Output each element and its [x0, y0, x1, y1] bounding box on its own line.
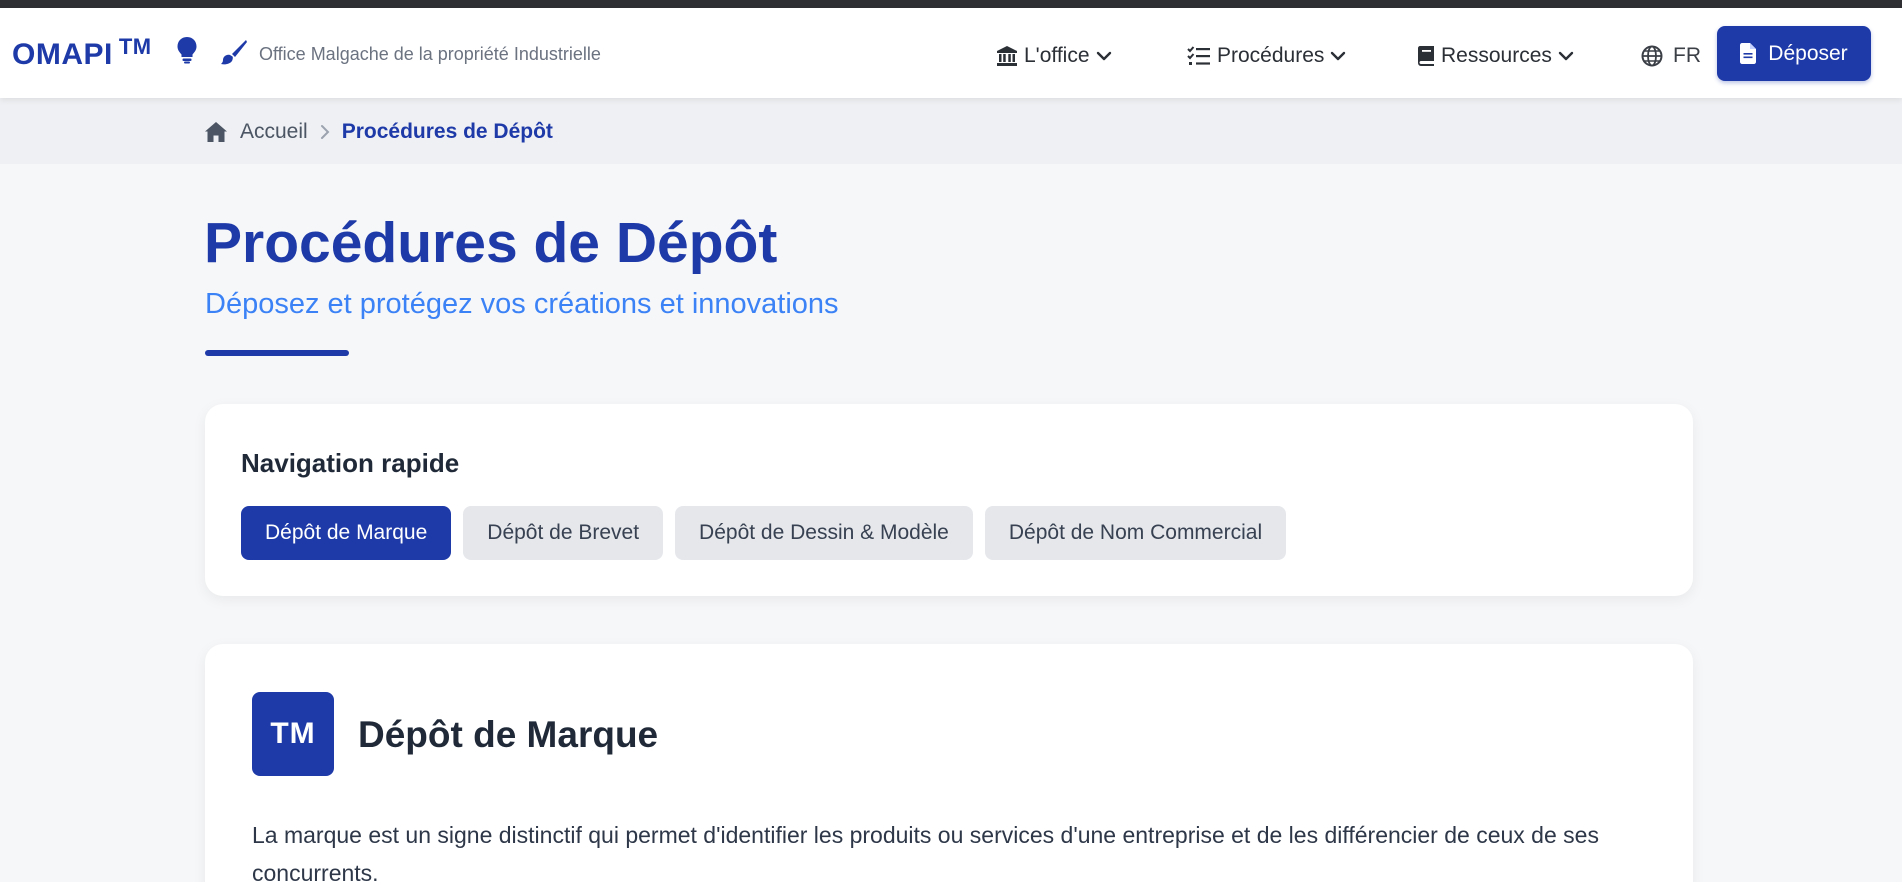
deposer-button-label: Déposer [1768, 41, 1848, 65]
paintbrush-icon [221, 40, 247, 65]
home-icon[interactable] [204, 121, 228, 143]
section-description: La marque est un signe distinctif qui pe… [252, 822, 1599, 882]
nav-resources-label: Ressources [1441, 44, 1552, 67]
quick-nav-title: Navigation rapide [241, 448, 460, 478]
breadcrumb-home[interactable]: Accueil [240, 120, 308, 144]
marque-section: TM Dépôt de Marque La marque est un sign… [205, 644, 1693, 882]
document-icon [1740, 43, 1757, 64]
lightbulb-icon [177, 37, 197, 64]
quick-nav-buttons: Dépôt de Marque Dépôt de Brevet Dépôt de… [241, 506, 1287, 560]
globe-icon [1641, 45, 1663, 67]
language-switcher[interactable]: FR [1641, 42, 1701, 70]
logo-text: OMAPI [12, 38, 113, 71]
quick-nav-dessin-modele[interactable]: Dépôt de Dessin & Modèle [675, 506, 973, 560]
nav-procedures-label: Procédures [1217, 44, 1325, 67]
title-underline [205, 350, 349, 356]
breadcrumb: Accueil Procédures de Dépôt [204, 120, 553, 144]
site-logo[interactable]: OMAPI TM [12, 34, 152, 72]
trademark-icon: TM [252, 692, 334, 776]
checklist-icon [1187, 46, 1210, 65]
window-top-strip [0, 0, 1902, 8]
chevron-right-icon [320, 125, 330, 139]
nav-office[interactable]: L'office [996, 42, 1112, 70]
site-header: OMAPI TM Office Malgache de la propriété … [0, 8, 1902, 98]
chevron-down-icon [1096, 51, 1111, 61]
page-title: Procédures de Dépôt [204, 211, 778, 275]
site-tagline: Office Malgache de la propriété Industri… [259, 44, 601, 64]
quick-nav-brevet[interactable]: Dépôt de Brevet [463, 506, 664, 560]
language-label: FR [1673, 44, 1701, 67]
logo-tm-mark: TM [118, 34, 152, 59]
chevron-down-icon [1558, 51, 1574, 61]
institution-icon [997, 46, 1017, 66]
book-icon [1418, 46, 1434, 66]
quick-nav-card: Navigation rapide Dépôt de Marque Dépôt … [205, 404, 1693, 596]
breadcrumb-bar: Accueil Procédures de Dépôt [0, 98, 1902, 164]
quick-nav-nom-commercial[interactable]: Dépôt de Nom Commercial [984, 506, 1287, 560]
quick-nav-marque[interactable]: Dépôt de Marque [241, 506, 452, 560]
breadcrumb-current: Procédures de Dépôt [341, 120, 553, 143]
page-subtitle: Déposez et protégez vos créations et inn… [205, 288, 839, 320]
nav-office-label: L'office [1024, 44, 1090, 67]
chevron-down-icon [1331, 51, 1346, 61]
section-title: Dépôt de Marque [358, 714, 659, 755]
nav-resources[interactable]: Ressources [1417, 42, 1574, 70]
nav-procedures[interactable]: Procédures [1187, 42, 1346, 70]
deposer-button[interactable]: Déposer [1717, 26, 1871, 81]
